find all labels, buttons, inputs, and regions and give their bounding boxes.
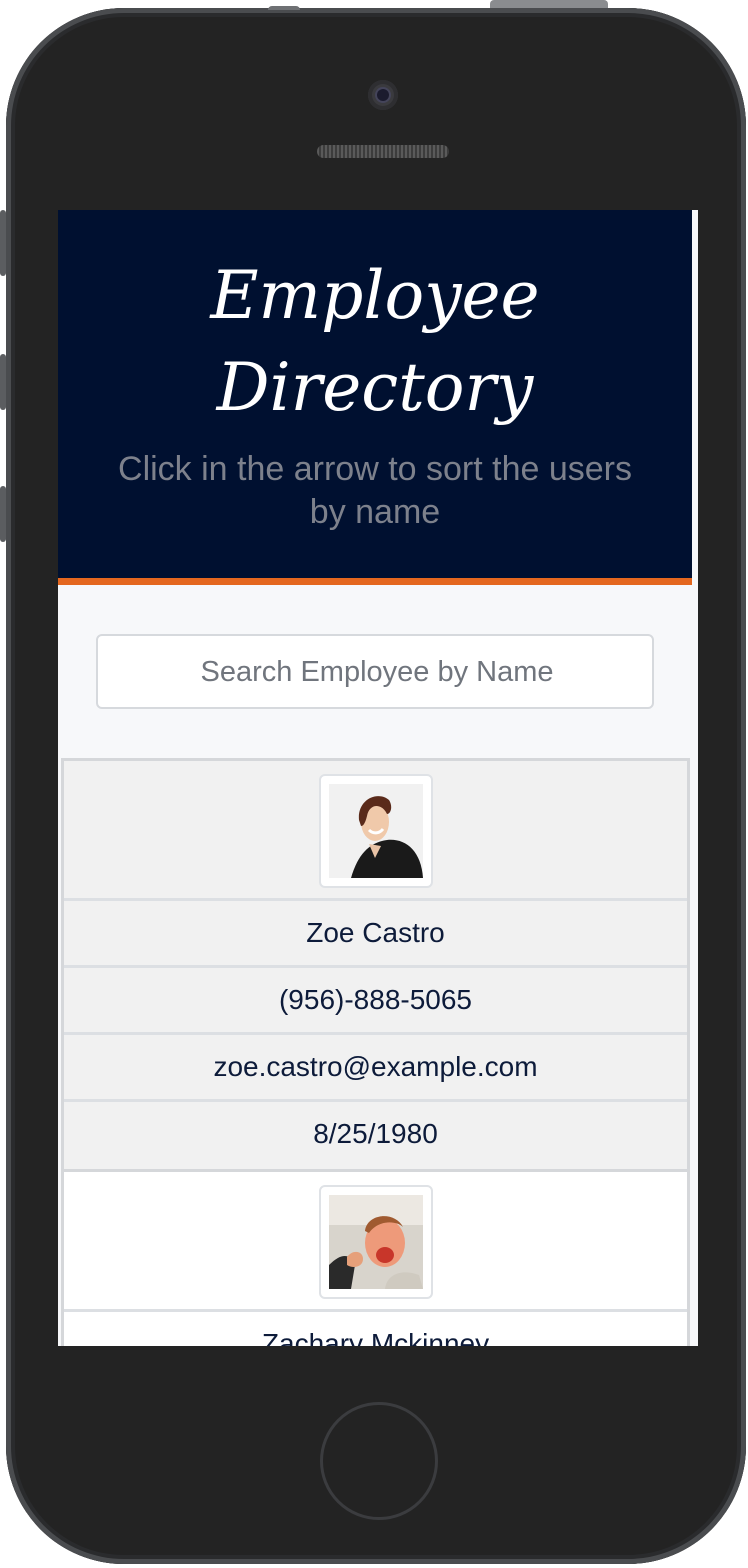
home-button[interactable]	[320, 1402, 438, 1520]
search-input[interactable]	[98, 636, 656, 709]
employee-row: Zoe Castro (956)-888-5065 zoe.castro@exa…	[61, 761, 690, 1172]
page-title: Employee Directory	[210, 257, 540, 426]
employee-dob: 8/25/1980	[313, 1118, 438, 1149]
search-box	[96, 634, 656, 709]
page-header: Employee Directory Click in the arrow to…	[58, 210, 692, 585]
avatar-man-photo-icon	[328, 1195, 423, 1289]
page-subtitle: Click in the arrow to sort the users by …	[118, 450, 632, 531]
volume-down-button	[0, 486, 6, 542]
avatar-woman-photo-icon	[328, 784, 423, 878]
volume-up-button	[0, 354, 6, 410]
avatar	[318, 774, 433, 888]
app-screen: Employee Directory Click in the arrow to…	[58, 210, 698, 1346]
mute-switch	[0, 210, 6, 276]
employee-name: Zachary Mckinney	[261, 1328, 490, 1346]
employee-email: zoe.castro@example.com	[64, 1035, 687, 1102]
earpiece-speaker	[317, 145, 449, 158]
avatar	[318, 1185, 433, 1299]
avatar-cell	[64, 1172, 687, 1312]
employee-table: Zoe Castro (956)-888-5065 zoe.castro@exa…	[61, 758, 690, 1346]
employee-name: Zoe Castro	[64, 901, 687, 968]
power-button	[490, 0, 608, 8]
avatar-cell	[64, 761, 687, 901]
employee-phone: (956)-888-5065	[64, 968, 687, 1035]
employee-row: Zachary Mckinney	[61, 1172, 690, 1346]
front-camera-icon	[368, 80, 398, 110]
top-edge-accent	[268, 6, 300, 10]
